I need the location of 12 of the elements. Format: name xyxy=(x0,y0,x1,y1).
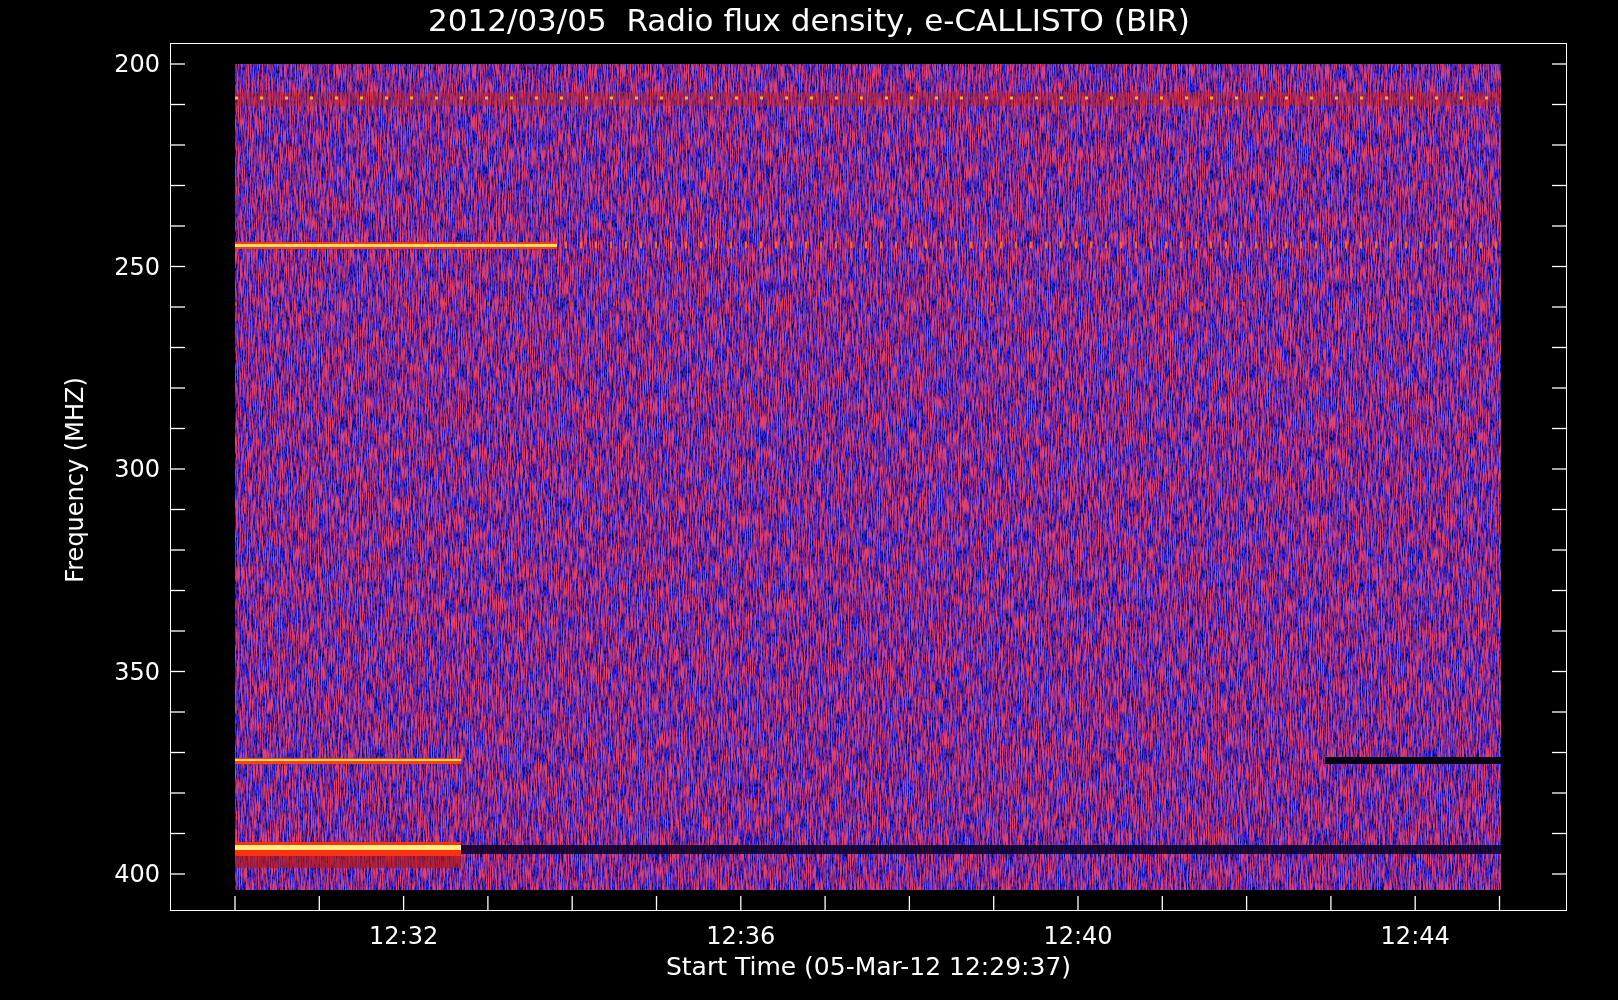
y-tick-label: 250 xyxy=(113,252,160,281)
y-tick-label: 300 xyxy=(113,455,160,483)
x-tick-label: 12:32 xyxy=(368,922,440,950)
y-axis-title: Frequency (MHZ) xyxy=(61,376,89,585)
y-tick-label: 200 xyxy=(113,50,160,78)
x-tick-label: 12:44 xyxy=(1379,922,1451,950)
y-tick-label: 350 xyxy=(113,657,160,686)
x-tick-label: 12:36 xyxy=(705,922,777,950)
y-tick-label: 400 xyxy=(113,860,160,888)
chart-title: 2012/03/05 Radio flux density, e-CALLISTO (BIR) xyxy=(428,2,1190,38)
x-tick-label: 12:40 xyxy=(1042,922,1114,950)
x-axis-title: Start Time (05-Mar-12 12:29:37) xyxy=(665,952,1072,982)
